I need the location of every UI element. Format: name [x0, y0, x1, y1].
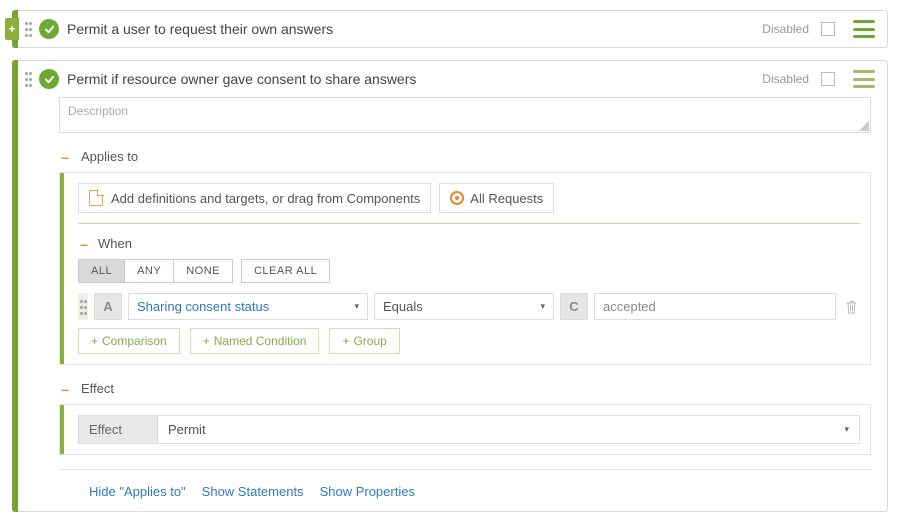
disabled-label: Disabled: [762, 22, 809, 36]
logic-any[interactable]: ANY: [125, 260, 174, 282]
hide-applies-to-link[interactable]: Hide "Applies to": [89, 484, 186, 499]
logic-row: ALL ANY NONE CLEAR ALL: [78, 259, 860, 283]
disabled-checkbox[interactable]: [821, 22, 835, 36]
clear-all-button[interactable]: CLEAR ALL: [241, 259, 330, 283]
add-comparison-label: Comparison: [102, 334, 167, 348]
resize-handle-icon[interactable]: [859, 121, 869, 131]
targets-placeholder: Add definitions and targets, or drag fro…: [111, 191, 420, 206]
drag-handle-icon[interactable]: [25, 21, 31, 37]
effect-value: Permit: [168, 422, 206, 437]
document-icon: [89, 190, 103, 206]
collapse-icon[interactable]: –: [78, 238, 90, 250]
divider: [78, 223, 860, 224]
applies-to-panel: Add definitions and targets, or drag fro…: [59, 172, 871, 365]
insert-handle[interactable]: +: [5, 18, 19, 40]
plus-icon: +: [203, 334, 210, 348]
rule-title[interactable]: Permit a user to request their own answe…: [67, 21, 754, 37]
effect-section-label: Effect: [81, 381, 114, 396]
drag-handle-icon[interactable]: [25, 71, 31, 87]
when-label: When: [98, 236, 132, 251]
permit-badge-icon: [39, 19, 59, 39]
panel-accent: [60, 405, 64, 454]
drag-handle-icon: [80, 299, 86, 315]
rule-menu-icon[interactable]: [853, 20, 875, 38]
collapse-icon[interactable]: –: [59, 383, 71, 395]
logic-all[interactable]: ALL: [79, 260, 125, 282]
collapse-icon[interactable]: –: [59, 151, 71, 163]
applies-to-header: – Applies to: [59, 149, 871, 164]
panel-accent: [60, 173, 64, 364]
targets-input[interactable]: Add definitions and targets, or drag fro…: [78, 183, 431, 213]
add-named-condition-button[interactable]: + Named Condition: [190, 328, 320, 354]
all-requests-label: All Requests: [470, 191, 543, 206]
show-properties-link[interactable]: Show Properties: [320, 484, 415, 499]
rule-header: + Permit a user to request their own ans…: [13, 11, 887, 47]
permit-badge-icon: [39, 69, 59, 89]
operator-select[interactable]: Equals ▾: [374, 293, 554, 320]
rule-menu-icon[interactable]: [853, 70, 875, 88]
description-wrap: Description: [59, 97, 871, 133]
all-requests-button[interactable]: All Requests: [439, 183, 554, 213]
rule-title[interactable]: Permit if resource owner gave consent to…: [67, 71, 754, 87]
rule-body: Description – Applies to Add definitions…: [13, 97, 887, 511]
effect-row: Effect Permit ▾: [78, 415, 860, 444]
when-header: – When: [78, 236, 860, 251]
plus-icon: +: [91, 334, 98, 348]
target-icon: [450, 191, 464, 205]
add-named-condition-label: Named Condition: [214, 334, 307, 348]
value-input[interactable]: accepted: [594, 293, 836, 320]
plus-icon: +: [342, 334, 349, 348]
operator-value: Equals: [383, 299, 423, 314]
attribute-value: Sharing consent status: [137, 299, 269, 314]
chevron-down-icon: ▾: [354, 301, 359, 312]
effect-panel: Effect Permit ▾: [59, 404, 871, 455]
rule-header: Permit if resource owner gave consent to…: [13, 61, 887, 97]
chevron-down-icon: ▾: [844, 424, 849, 435]
condition-row: A Sharing consent status ▾ Equals ▾ C ac…: [78, 293, 860, 320]
effect-field-label: Effect: [78, 415, 158, 444]
show-statements-link[interactable]: Show Statements: [202, 484, 304, 499]
value-text: accepted: [603, 299, 656, 314]
add-comparison-button[interactable]: + Comparison: [78, 328, 180, 354]
row-drag-handle[interactable]: [78, 293, 88, 320]
applies-to-label: Applies to: [81, 149, 138, 164]
rule-card: Permit if resource owner gave consent to…: [12, 60, 888, 512]
logic-none[interactable]: NONE: [174, 260, 232, 282]
disabled-checkbox[interactable]: [821, 72, 835, 86]
logic-segmented: ALL ANY NONE: [78, 259, 233, 283]
effect-header: – Effect: [59, 381, 871, 396]
add-buttons-row: + Comparison + Named Condition + Group: [78, 328, 860, 354]
disabled-label: Disabled: [762, 72, 809, 86]
effect-select[interactable]: Permit ▾: [158, 415, 860, 444]
targets-row: Add definitions and targets, or drag fro…: [78, 183, 860, 213]
add-group-button[interactable]: + Group: [329, 328, 399, 354]
rule-accent: [12, 60, 18, 512]
attribute-select[interactable]: Sharing consent status ▾: [128, 293, 368, 320]
description-input[interactable]: Description: [59, 97, 871, 133]
left-type-badge[interactable]: A: [94, 293, 122, 320]
right-type-badge[interactable]: C: [560, 293, 588, 320]
chevron-down-icon: ▾: [540, 301, 545, 312]
rule-card: + Permit a user to request their own ans…: [12, 10, 888, 48]
footer-links: Hide "Applies to" Show Statements Show P…: [59, 469, 871, 499]
delete-condition-button[interactable]: [842, 293, 860, 320]
add-group-label: Group: [353, 334, 386, 348]
